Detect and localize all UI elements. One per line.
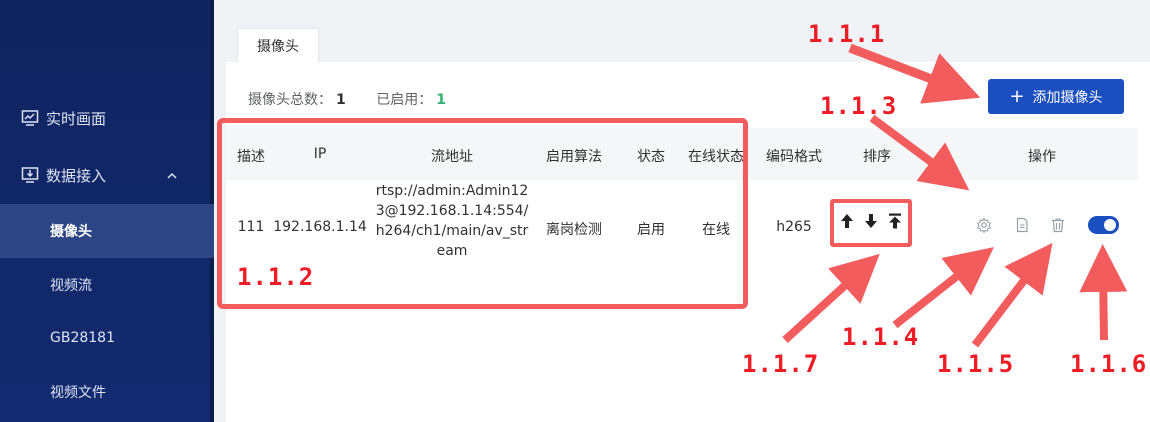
annotation-label: 1.1.7: [742, 350, 820, 378]
annotation-label: 1.1.1: [808, 20, 886, 48]
arrow-1-1-6: [1079, 244, 1128, 341]
arrow-1-1-4: [892, 247, 994, 329]
annotation-label: 1.1.6: [1070, 350, 1148, 378]
arrow-1-1-3: [869, 114, 970, 191]
annotation-label: 1.1.5: [937, 350, 1015, 378]
annotation-label: 1.1.2: [237, 263, 315, 291]
arrow-1-1-5: [971, 242, 1053, 348]
annotation-label: 1.1.4: [842, 323, 920, 351]
arrow-1-1-1: [848, 43, 981, 104]
annotation-label: 1.1.3: [820, 92, 898, 120]
